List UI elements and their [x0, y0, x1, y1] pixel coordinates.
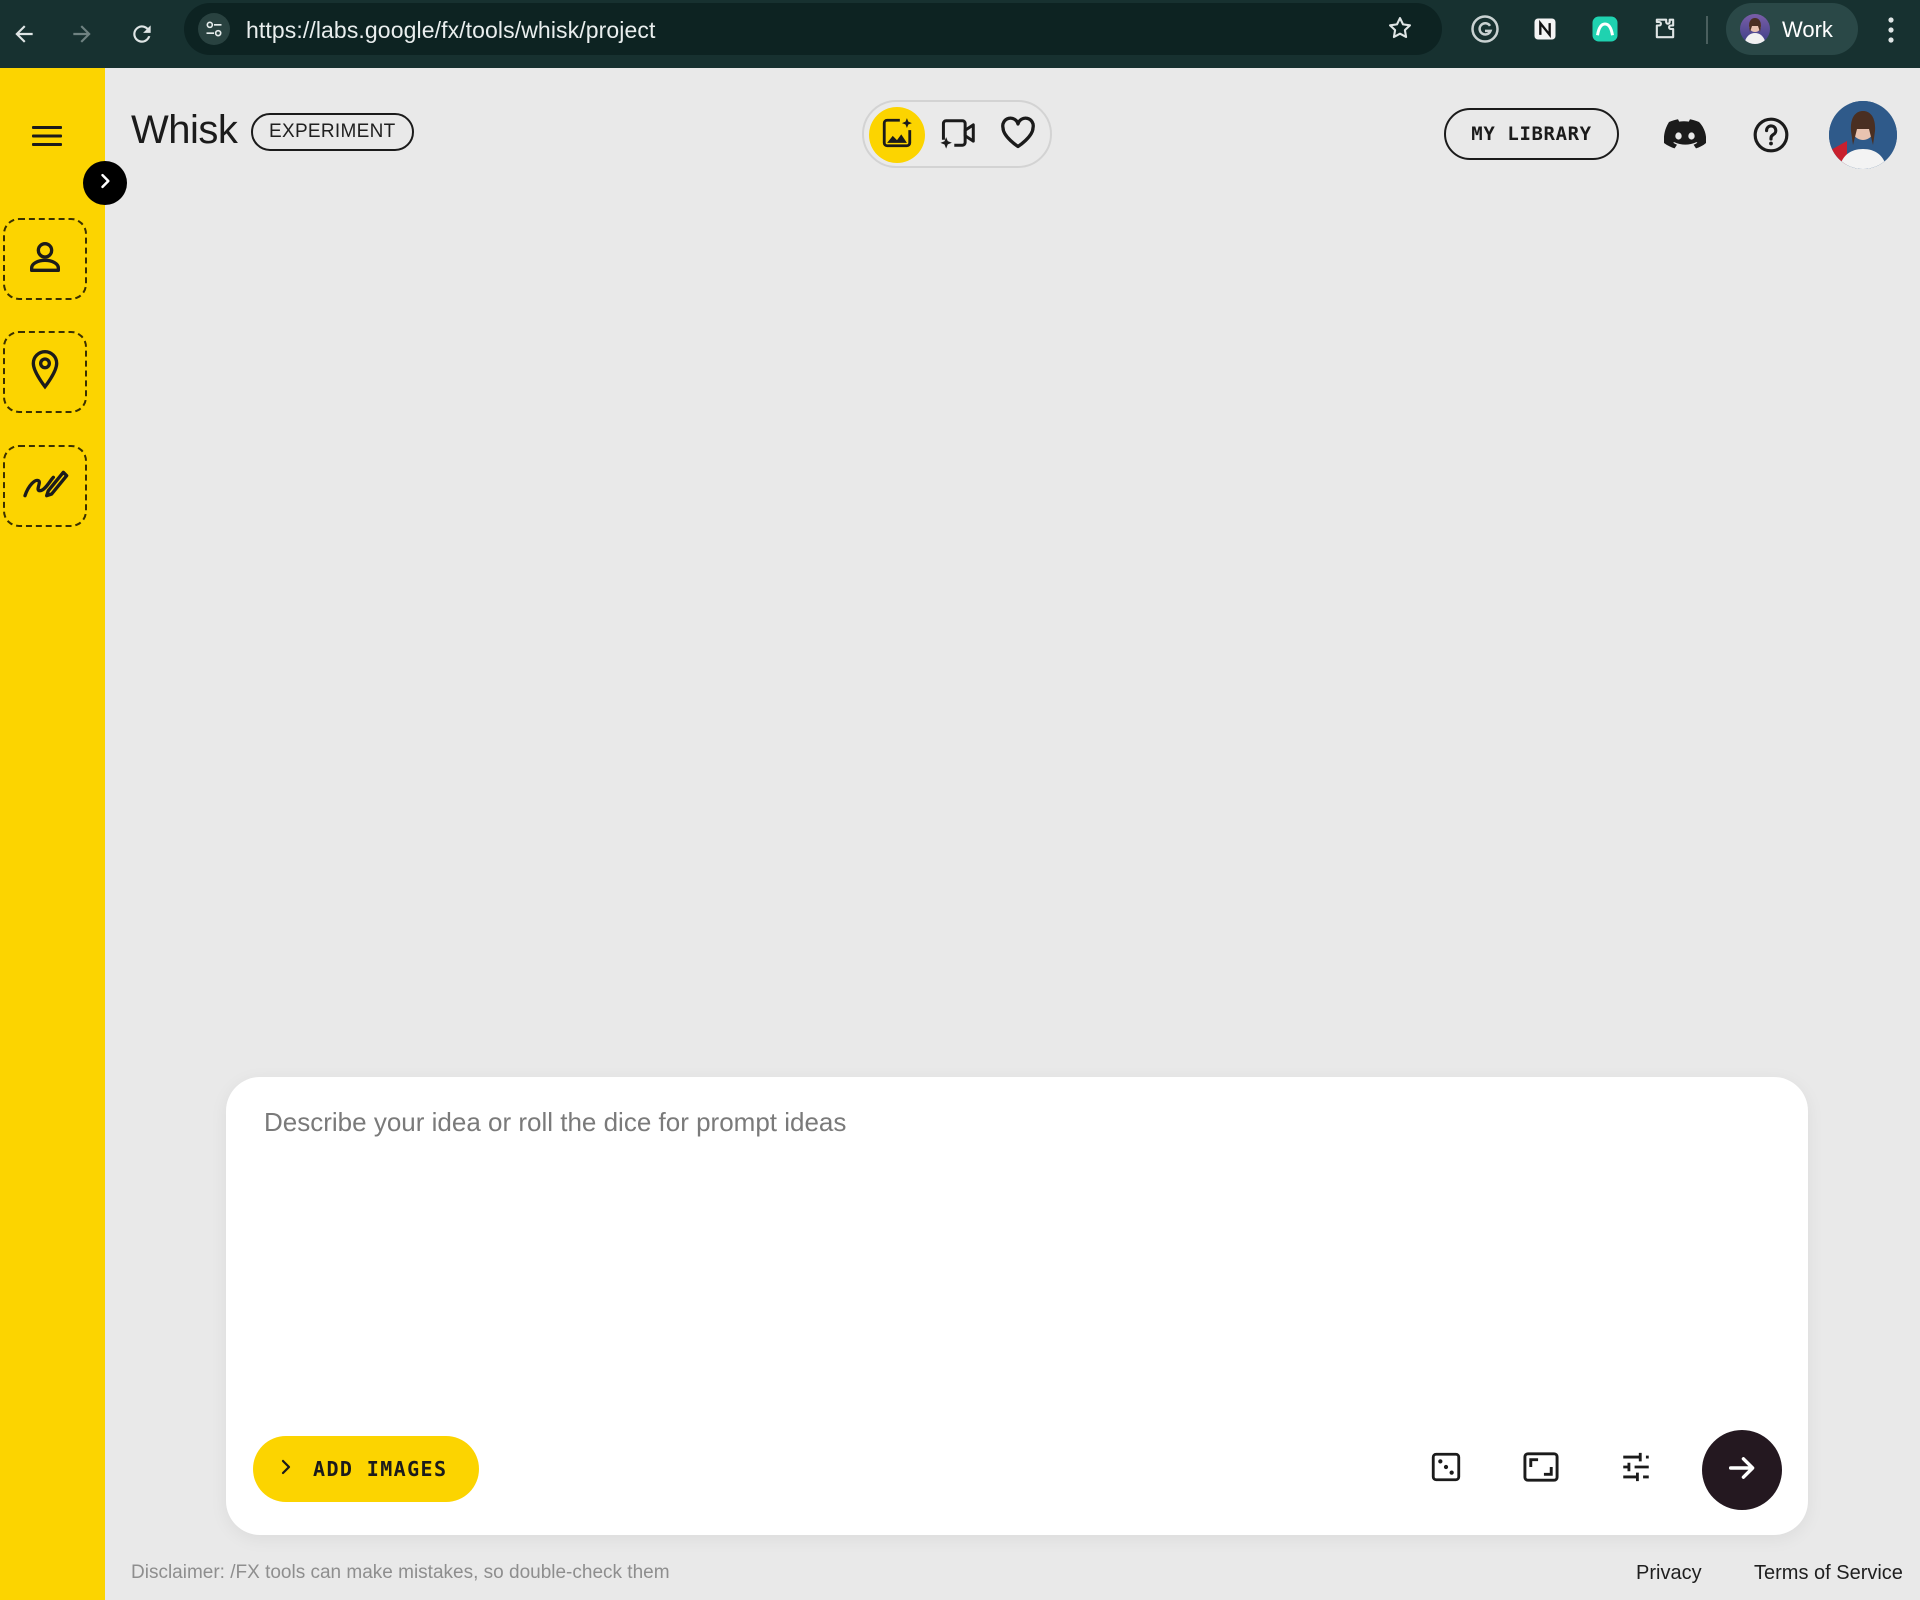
aspect-ratio-icon	[1522, 1450, 1560, 1489]
extensions-puzzle-icon[interactable]	[1648, 12, 1682, 46]
chrome-menu-icon[interactable]	[1884, 14, 1898, 51]
terms-link[interactable]: Terms of Service	[1754, 1562, 1903, 1585]
chevron-right-icon	[277, 1458, 295, 1481]
user-avatar[interactable]	[1829, 101, 1897, 169]
arrow-right-icon	[1725, 1451, 1759, 1490]
profile-avatar	[1740, 14, 1770, 44]
extension-app-icon[interactable]	[1588, 12, 1622, 46]
roll-dice-button[interactable]	[1420, 1443, 1472, 1495]
profile-chip[interactable]: Work	[1726, 3, 1858, 55]
submit-button[interactable]	[1702, 1430, 1782, 1510]
bookmark-star-icon[interactable]	[1386, 14, 1414, 47]
mode-switch	[862, 100, 1052, 168]
video-sparkle-icon	[938, 116, 976, 155]
prompt-input[interactable]	[264, 1107, 1764, 1407]
add-images-label: ADD IMAGES	[313, 1457, 448, 1481]
disclaimer-text: Disclaimer: /FX tools can make mistakes,…	[131, 1562, 670, 1583]
profile-name: Work	[1782, 17, 1833, 42]
experiment-badge: EXPERIMENT	[251, 113, 414, 151]
discord-icon[interactable]	[1660, 110, 1710, 160]
add-images-button[interactable]: ADD IMAGES	[253, 1436, 479, 1502]
person-icon	[25, 237, 65, 282]
app-title: Whisk	[131, 108, 238, 152]
brush-style-icon	[20, 463, 70, 510]
video-mode-button[interactable]	[929, 107, 985, 163]
expand-sidebar-button[interactable]	[83, 161, 127, 205]
image-sparkle-icon	[880, 116, 914, 155]
prompt-card: ADD IMAGES	[226, 1077, 1808, 1535]
site-settings-icon[interactable]	[198, 13, 230, 45]
toolbar-divider	[1706, 16, 1708, 44]
tune-sliders-icon	[1618, 1450, 1654, 1489]
image-mode-button[interactable]	[869, 107, 925, 163]
help-icon[interactable]	[1746, 110, 1796, 160]
settings-button[interactable]	[1610, 1443, 1662, 1495]
privacy-link[interactable]: Privacy	[1636, 1562, 1702, 1585]
aspect-ratio-button[interactable]	[1515, 1443, 1567, 1495]
my-library-button[interactable]: MY LIBRARY	[1444, 108, 1619, 160]
notion-icon[interactable]	[1528, 12, 1562, 46]
forward-arrow-icon[interactable]	[62, 14, 102, 54]
grammarly-icon[interactable]	[1468, 12, 1502, 46]
dice-icon	[1429, 1450, 1463, 1489]
scene-slot[interactable]	[3, 331, 87, 413]
hamburger-menu-icon[interactable]	[26, 116, 68, 156]
address-bar[interactable]: https://labs.google/fx/tools/whisk/proje…	[184, 3, 1442, 55]
browser-toolbar: https://labs.google/fx/tools/whisk/proje…	[0, 0, 1920, 68]
url-text[interactable]: https://labs.google/fx/tools/whisk/proje…	[246, 17, 655, 44]
sidebar	[0, 68, 105, 1600]
back-arrow-icon[interactable]	[4, 14, 44, 54]
style-slot[interactable]	[3, 445, 87, 527]
location-pin-icon	[25, 348, 65, 397]
subject-slot[interactable]	[3, 218, 87, 300]
heart-icon	[1000, 116, 1036, 155]
reload-icon[interactable]	[122, 14, 162, 54]
chevron-right-icon	[95, 171, 115, 196]
favorites-button[interactable]	[990, 107, 1046, 163]
